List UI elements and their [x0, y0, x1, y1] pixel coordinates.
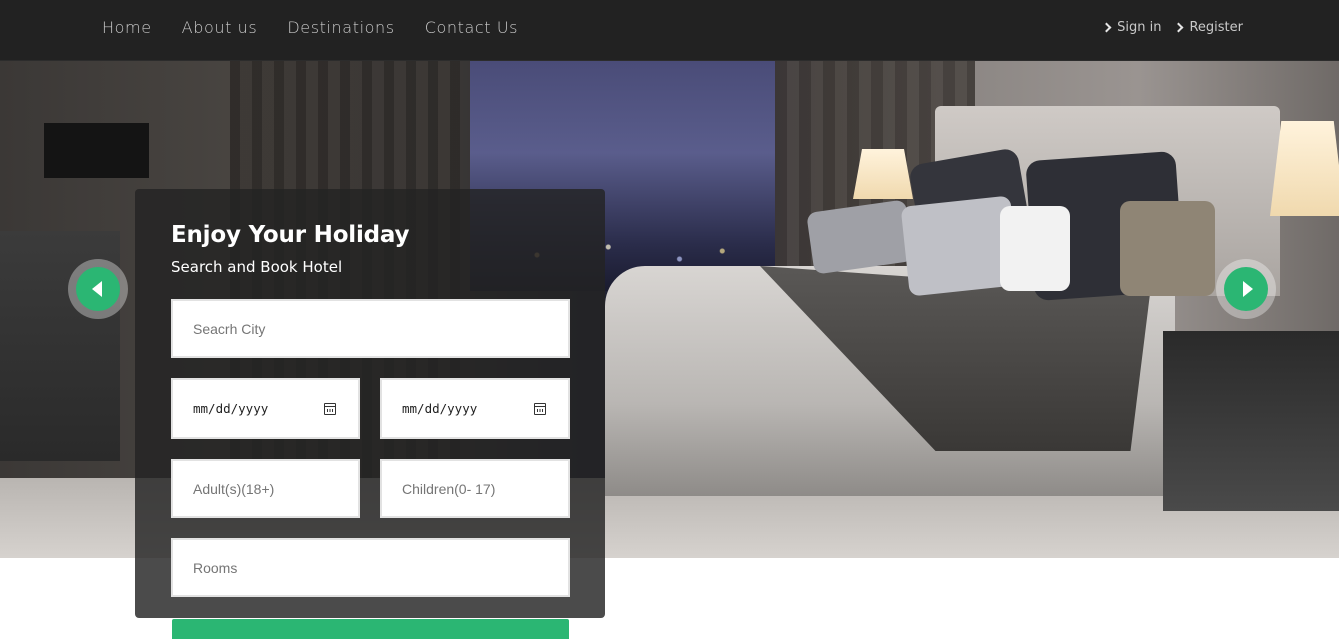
- lamp-decor: [853, 149, 913, 199]
- register-label: Register: [1189, 20, 1243, 35]
- caret-right-icon: [1242, 281, 1253, 297]
- pillow-decor: [1000, 206, 1070, 291]
- slider-prev-button[interactable]: [68, 259, 128, 319]
- search-city-input[interactable]: Seacrh City: [171, 299, 570, 358]
- rooms-placeholder: Rooms: [193, 559, 238, 576]
- auth-links: Sign in Register: [1101, 20, 1243, 35]
- adults-input[interactable]: Adult(s)(18+): [171, 459, 360, 518]
- nav-about-link[interactable]: About us: [182, 18, 258, 37]
- pillow-decor: [1120, 201, 1215, 296]
- chevron-right-icon: [1174, 22, 1184, 33]
- nav-home-link[interactable]: Home: [102, 18, 152, 37]
- calendar-icon[interactable]: [324, 403, 336, 415]
- nightstand-decor: [1163, 331, 1339, 511]
- calendar-icon[interactable]: [534, 403, 546, 415]
- caret-left-icon: [92, 281, 102, 297]
- register-link[interactable]: Register: [1174, 20, 1243, 35]
- chevron-right-icon: [1101, 22, 1112, 33]
- top-navbar: Home About us Destinations Contact Us Si…: [0, 0, 1339, 61]
- search-subtitle: Search and Book Hotel: [171, 258, 343, 276]
- hotel-search-panel: Enjoy Your Holiday Search and Book Hotel…: [135, 189, 605, 618]
- search-title: Enjoy Your Holiday: [171, 222, 410, 248]
- check-out-date-input[interactable]: mm/dd/yyyy: [380, 378, 570, 439]
- sign-in-link[interactable]: Sign in: [1101, 20, 1162, 35]
- lamp-decor: [1270, 121, 1339, 216]
- lamp-decor: [44, 123, 149, 178]
- search-city-placeholder: Seacrh City: [193, 320, 266, 337]
- sign-in-label: Sign in: [1117, 20, 1162, 35]
- check-out-date-value: mm/dd/yyyy: [402, 401, 478, 416]
- nav-destinations-link[interactable]: Destinations: [287, 18, 394, 37]
- search-submit-button[interactable]: [172, 619, 569, 639]
- children-input[interactable]: Children(0- 17): [380, 459, 570, 518]
- main-nav: Home About us Destinations Contact Us: [102, 18, 518, 37]
- adults-placeholder: Adult(s)(18+): [193, 480, 275, 497]
- rooms-input[interactable]: Rooms: [171, 538, 570, 597]
- check-in-date-input[interactable]: mm/dd/yyyy: [171, 378, 360, 439]
- children-placeholder: Children(0- 17): [402, 480, 496, 497]
- slider-next-button[interactable]: [1216, 259, 1276, 319]
- nav-contact-link[interactable]: Contact Us: [425, 18, 518, 37]
- check-in-date-value: mm/dd/yyyy: [193, 401, 269, 416]
